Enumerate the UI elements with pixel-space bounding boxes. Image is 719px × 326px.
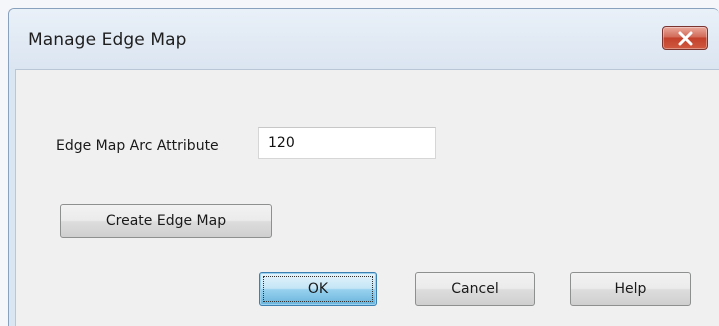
help-button[interactable]: Help [570,272,691,306]
edge-map-arc-attribute-label: Edge Map Arc Attribute [56,138,219,154]
title-bar[interactable]: Manage Edge Map [9,9,719,69]
edge-map-arc-attribute-input[interactable] [258,127,436,159]
cancel-button[interactable]: Cancel [415,272,535,306]
create-edge-map-button[interactable]: Create Edge Map [60,204,272,238]
dialog-title: Manage Edge Map [28,30,187,50]
ok-button[interactable]: OK [259,272,377,306]
dialog-client-area: Edge Map Arc Attribute Create Edge Map O… [15,69,719,326]
manage-edge-map-dialog: Manage Edge Map Edge Map Arc Attribute C… [8,8,719,326]
cancel-label: Cancel [451,281,499,297]
ok-label: OK [307,281,329,297]
close-button[interactable] [662,26,708,50]
help-label: Help [614,281,647,297]
create-edge-map-label: Create Edge Map [105,213,227,229]
close-x-icon [678,31,693,46]
